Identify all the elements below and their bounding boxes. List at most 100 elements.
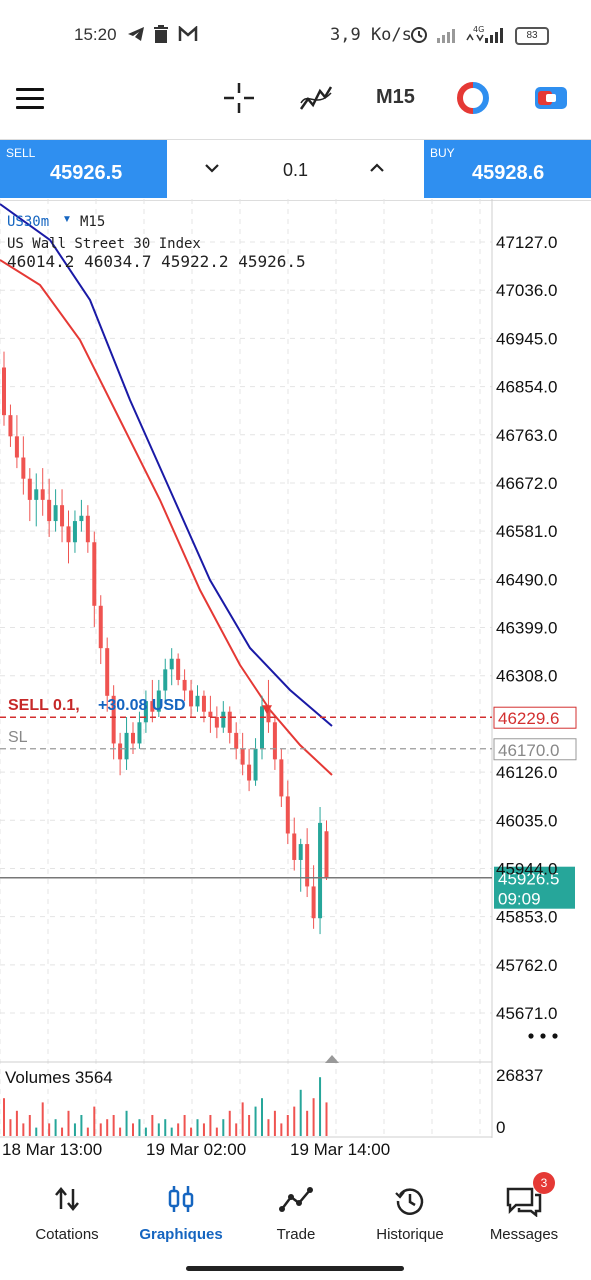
candle-body bbox=[72, 521, 77, 543]
candle-body bbox=[169, 658, 174, 670]
price-tick-label: 46672.0 bbox=[496, 474, 557, 493]
candle-body bbox=[227, 711, 232, 733]
candle-body bbox=[47, 499, 52, 522]
nav-history[interactable]: Historique bbox=[351, 1185, 469, 1243]
status-bar: 15:20 3,9 Ko/s 4G 83 bbox=[0, 0, 591, 70]
nav-label: Messages bbox=[489, 1226, 559, 1243]
candle-body bbox=[253, 748, 258, 781]
sl-price-label: 46170.0 bbox=[498, 741, 559, 760]
symbol-selector[interactable]: US30m bbox=[7, 214, 49, 230]
candles bbox=[2, 351, 329, 935]
price-tick-label: 46763.0 bbox=[496, 426, 557, 445]
candle-body bbox=[163, 669, 168, 691]
chevron-up-icon bbox=[370, 163, 384, 172]
menu-button[interactable] bbox=[16, 88, 44, 110]
sell-label: SELL bbox=[6, 146, 36, 160]
chart-grid bbox=[0, 199, 493, 1138]
candle-body bbox=[260, 706, 264, 749]
candle-body bbox=[21, 457, 26, 479]
stop-loss-label[interactable]: SL bbox=[8, 729, 28, 747]
chevron-down-icon bbox=[205, 164, 219, 173]
candle-body bbox=[53, 505, 58, 522]
candle-body bbox=[8, 415, 13, 437]
price-tick-label: 46854.0 bbox=[496, 378, 557, 397]
buy-label: BUY bbox=[430, 146, 455, 160]
price-tick-label: 46126.0 bbox=[496, 763, 557, 782]
price-tick-label: 47036.0 bbox=[496, 281, 557, 300]
time-label: 19 Mar 02:00 bbox=[146, 1140, 247, 1159]
nav-label: Cotations bbox=[35, 1226, 99, 1243]
indicators-icon[interactable] bbox=[298, 81, 334, 115]
candle-body bbox=[311, 886, 316, 919]
price-tick-label: 45944.0 bbox=[496, 859, 557, 878]
candle-body bbox=[2, 367, 6, 416]
messages-badge: 3 bbox=[533, 1172, 555, 1194]
symbol-description: US Wall Street 30 Index bbox=[7, 236, 201, 252]
candle-body bbox=[201, 695, 206, 712]
symbol-dropdown-icon[interactable]: ▼ bbox=[62, 214, 72, 225]
history-icon bbox=[395, 1188, 424, 1215]
signal-icon: 4G bbox=[437, 25, 503, 43]
buy-button[interactable]: BUY 45928.6 bbox=[424, 140, 591, 198]
chart-icon bbox=[168, 1186, 194, 1212]
price-tick-label: 46399.0 bbox=[496, 619, 557, 638]
candle-body bbox=[189, 690, 194, 707]
position-profit: +30.08 USD bbox=[98, 697, 186, 714]
candle-body bbox=[318, 822, 323, 919]
candle-body bbox=[214, 716, 219, 728]
candle-body bbox=[305, 844, 310, 887]
candle-body bbox=[105, 648, 110, 696]
candle-body bbox=[34, 489, 39, 500]
timeframe-selector[interactable]: M15 bbox=[376, 86, 415, 109]
nav-label: Trade bbox=[276, 1226, 316, 1243]
candle-body bbox=[208, 711, 213, 717]
volume-label: Volumes 3564 bbox=[5, 1068, 113, 1087]
candle-body bbox=[195, 695, 200, 707]
buy-price: 45928.6 bbox=[472, 162, 545, 184]
nav-charts[interactable]: Graphiques bbox=[122, 1185, 240, 1243]
price-tick-label: 46945.0 bbox=[496, 329, 557, 348]
candle-body bbox=[298, 844, 303, 860]
volume-max-label: 26837 bbox=[496, 1066, 543, 1085]
sell-button[interactable]: SELL 45926.5 bbox=[0, 140, 167, 198]
lot-decrease-button[interactable] bbox=[204, 158, 220, 179]
candle-body bbox=[40, 489, 45, 500]
lot-size-input[interactable]: 0.1 bbox=[283, 160, 308, 181]
nav-trade[interactable]: Trade bbox=[237, 1185, 355, 1243]
candle-body bbox=[285, 796, 290, 834]
ohlc-values: 46014.2 46034.7 45922.2 45926.5 bbox=[7, 252, 306, 271]
network-type: 4G bbox=[473, 25, 484, 34]
lot-increase-button[interactable] bbox=[369, 158, 385, 179]
price-tick-label: 45853.0 bbox=[496, 908, 557, 927]
alarm-icon bbox=[411, 27, 427, 43]
candle-body bbox=[98, 605, 103, 649]
price-chart[interactable]: 46229.646170.045926.509:09 47127.047036.… bbox=[0, 199, 591, 1165]
bar-countdown-label: 09:09 bbox=[498, 890, 541, 909]
gmail-icon bbox=[178, 26, 198, 41]
candle-body bbox=[279, 759, 284, 797]
candle-body bbox=[234, 732, 239, 749]
candle-body bbox=[60, 505, 65, 527]
price-tick-label: 47127.0 bbox=[496, 233, 557, 252]
ma-slow-line bbox=[0, 203, 333, 727]
time-label: 19 Mar 14:00 bbox=[290, 1140, 391, 1159]
telegram-icon bbox=[128, 27, 144, 41]
trade-icon bbox=[279, 1187, 313, 1212]
candle-body bbox=[272, 722, 277, 760]
candle-body bbox=[247, 764, 252, 781]
candle-body bbox=[182, 679, 187, 691]
nav-messages[interactable]: Messages bbox=[465, 1185, 583, 1243]
nav-quotes[interactable]: Cotations bbox=[8, 1185, 126, 1243]
home-indicator[interactable] bbox=[186, 1266, 404, 1271]
candle-body bbox=[66, 526, 71, 543]
candle-body bbox=[137, 722, 142, 744]
candle-body bbox=[79, 515, 84, 522]
chart-shift-handle[interactable] bbox=[325, 1054, 339, 1063]
trade-icon[interactable] bbox=[534, 84, 568, 112]
objects-icon[interactable] bbox=[456, 82, 490, 114]
more-icon[interactable] bbox=[526, 1031, 560, 1041]
candle-body bbox=[14, 436, 19, 458]
position-label[interactable]: SELL 0.1, bbox=[8, 697, 80, 715]
price-tick-label: 46490.0 bbox=[496, 570, 557, 589]
crosshair-icon[interactable] bbox=[222, 81, 256, 115]
